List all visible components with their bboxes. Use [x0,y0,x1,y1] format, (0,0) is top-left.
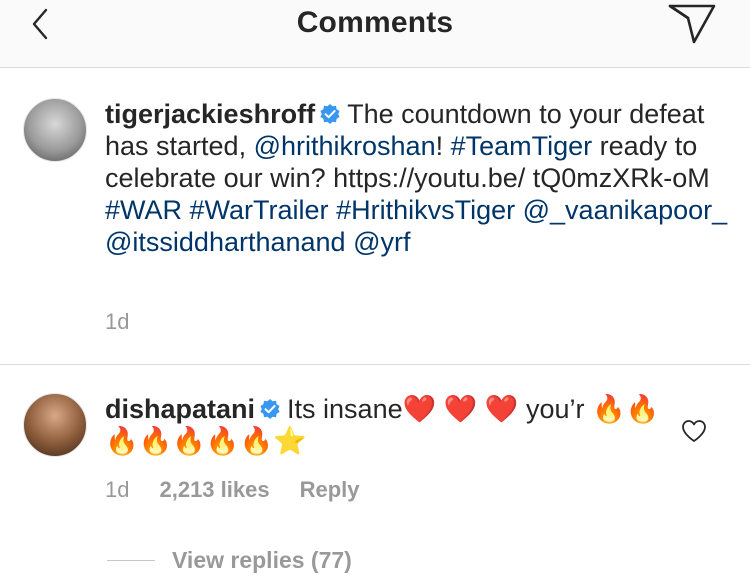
mention-link[interactable]: #WarTrailer [190,195,329,225]
verified-badge-icon [260,399,280,419]
avatar[interactable] [23,98,87,162]
caption-segment: ! [435,131,451,161]
header-bar: Comments [0,0,750,68]
heart-outline-icon[interactable] [681,419,707,443]
mention-link[interactable]: @_vaanikapoor_ [523,195,728,225]
likes-count[interactable]: 2,213 likes [159,477,269,502]
post-caption: tigerjackieshroff The countdown to your … [105,98,730,258]
mention-link[interactable]: @yrf [353,227,410,257]
post-time: 1d [105,309,130,334]
mention-link[interactable]: @hrithikroshan [254,131,436,161]
page-title: Comments [296,6,454,39]
mention-link[interactable]: #TeamTiger [451,131,593,161]
comment-time: 1d [105,477,130,502]
caption-segment [182,195,190,225]
caption-segment [346,227,354,257]
username[interactable]: tigerjackieshroff [105,99,315,129]
comment-meta: 1d 2,213 likes Reply [105,477,390,503]
replies-divider-line [107,560,155,561]
paper-plane-icon[interactable] [668,2,718,46]
username[interactable]: dishapatani [105,394,255,424]
mention-link[interactable]: @itssiddharthanand [105,227,346,257]
mention-link[interactable]: #WAR [105,195,182,225]
view-replies-button[interactable]: View replies (77) [172,547,352,574]
avatar[interactable] [23,393,87,457]
verified-badge-icon [320,104,340,124]
comment-body: dishapatani Its insane❤️ ❤️ ❤️ you’r 🔥🔥🔥… [105,393,680,457]
reply-button[interactable]: Reply [300,477,360,502]
caption-segment [515,195,523,225]
mention-link[interactable]: #HrithikvsTiger [336,195,515,225]
divider [0,364,750,365]
caption-segment [329,195,337,225]
